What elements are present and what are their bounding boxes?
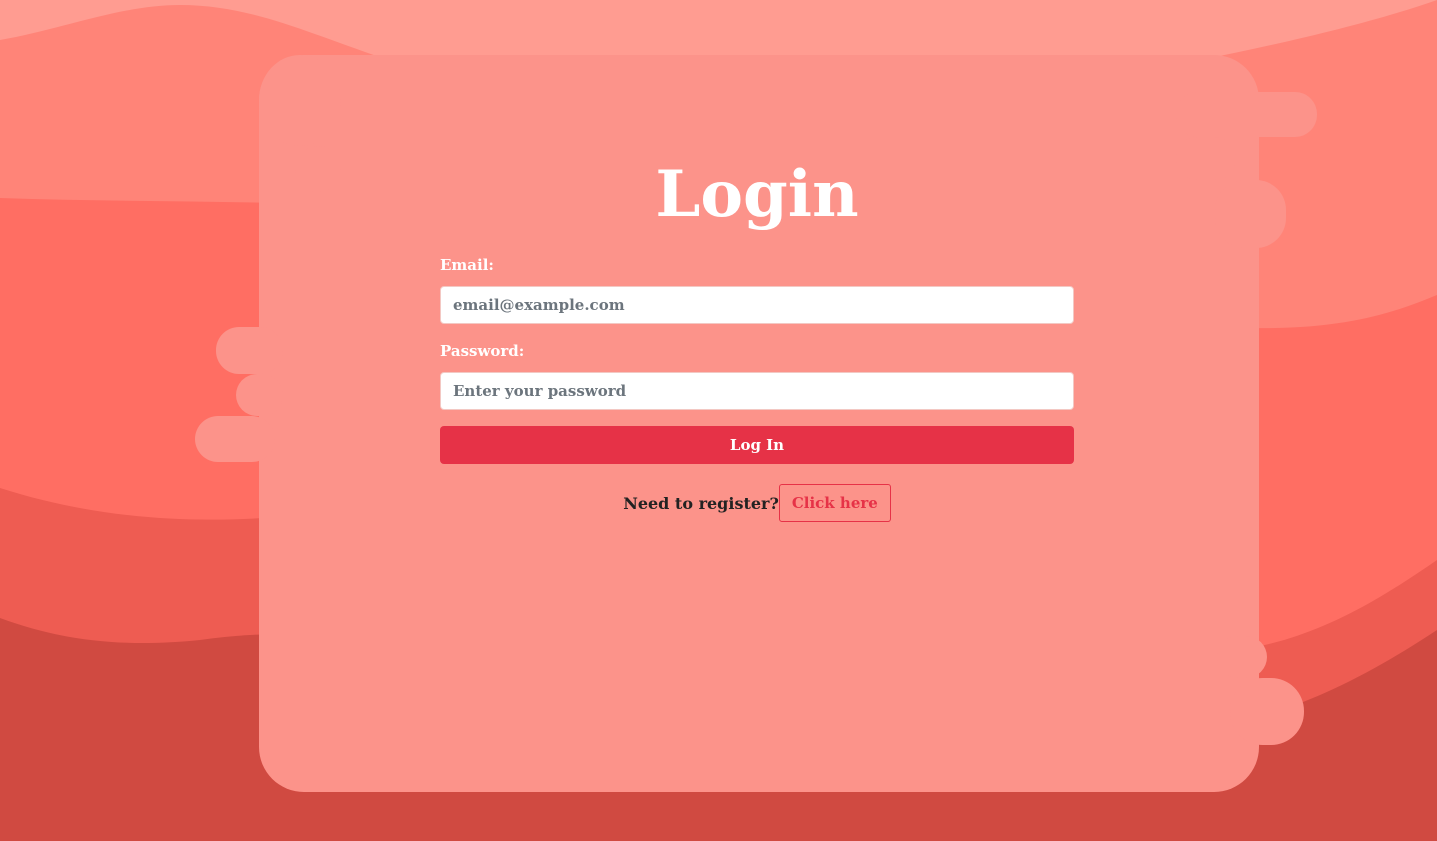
email-label: Email: — [440, 256, 494, 274]
login-page: Login Email: Password: Log In Need to re… — [0, 0, 1437, 841]
register-link-button[interactable]: Click here — [778, 484, 891, 522]
email-input[interactable] — [440, 286, 1074, 324]
register-prompt: Need to register? — [623, 493, 779, 513]
login-button[interactable]: Log In — [440, 426, 1074, 464]
login-title: Login — [655, 157, 859, 232]
register-row: Need to register? Click here — [440, 484, 1074, 522]
login-form: Login Email: Password: Log In Need to re… — [440, 150, 1074, 522]
password-label: Password: — [440, 342, 525, 360]
password-input[interactable] — [440, 372, 1074, 410]
